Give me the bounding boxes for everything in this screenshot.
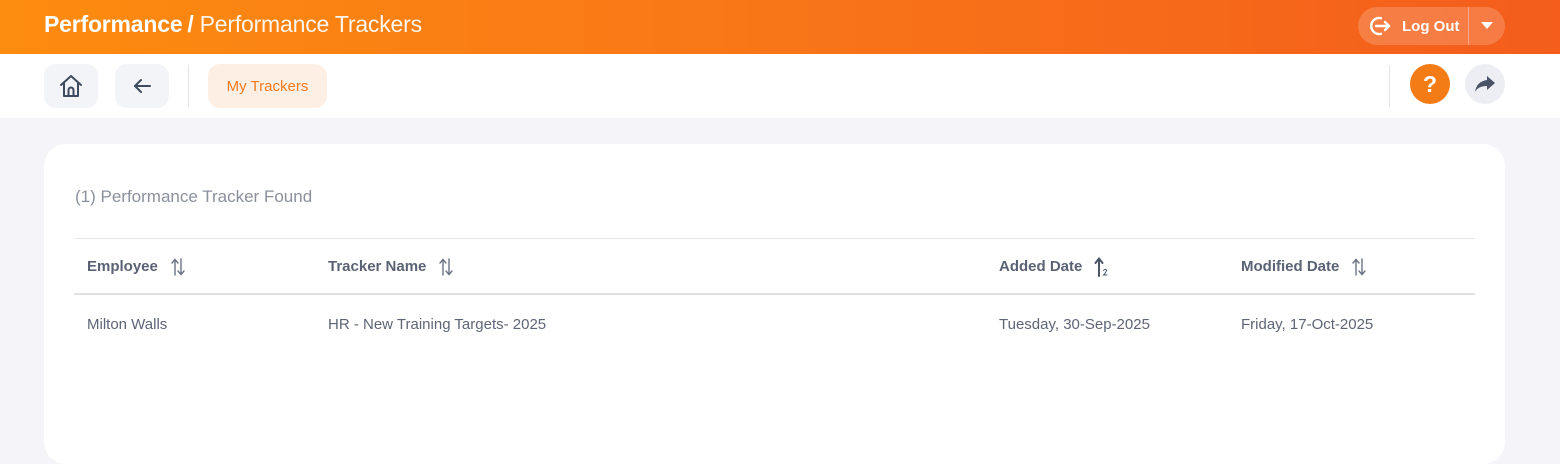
toolbar: My Trackers ?	[0, 54, 1560, 118]
caret-down-icon	[1481, 22, 1493, 29]
logout-icon	[1370, 16, 1391, 36]
toolbar-divider-right	[1389, 65, 1390, 107]
back-button[interactable]	[115, 64, 169, 108]
cell-modified-date: Friday, 17-Oct-2025	[1241, 315, 1374, 333]
column-header-tracker-name[interactable]: Tracker Name	[328, 239, 454, 294]
share-icon	[1475, 76, 1495, 92]
help-icon: ?	[1422, 70, 1438, 97]
arrow-left-icon	[134, 79, 151, 93]
table-header: Employee Tracker Name Added Date Modifie…	[74, 238, 1475, 295]
column-header-added-date[interactable]: Added Date	[999, 239, 1110, 294]
table-row[interactable]: Milton Walls HR - New Training Targets- …	[74, 295, 1475, 353]
page-title: Performance Trackers	[199, 11, 422, 37]
results-card: (1) Performance Tracker Found Employee T…	[44, 144, 1505, 464]
column-header-modified-date[interactable]: Modified Date	[1241, 239, 1367, 294]
breadcrumb: Performance / Performance Trackers	[44, 11, 422, 38]
logout-button[interactable]: Log Out	[1358, 7, 1468, 45]
cell-employee: Milton Walls	[87, 315, 168, 333]
top-header-bar: Performance / Performance Trackers Log Out	[0, 0, 1560, 54]
cell-added-date: Tuesday, 30-Sep-2025	[999, 315, 1150, 333]
sort-icon	[1352, 257, 1367, 276]
toolbar-divider	[188, 65, 189, 107]
logout-menu-toggle[interactable]	[1469, 7, 1505, 45]
home-button[interactable]	[44, 64, 98, 108]
home-icon	[60, 75, 82, 97]
cell-tracker-name[interactable]: HR - New Training Targets- 2025	[328, 295, 546, 353]
trackers-table: Employee Tracker Name Added Date Modifie…	[74, 238, 1475, 353]
logout-label: Log Out	[1402, 17, 1460, 35]
column-header-employee[interactable]: Employee	[87, 239, 186, 294]
logout-split-button: Log Out	[1358, 7, 1505, 45]
breadcrumb-separator: /	[187, 11, 194, 37]
share-button[interactable]	[1465, 64, 1505, 104]
tab-my-trackers[interactable]: My Trackers	[208, 64, 327, 108]
help-button[interactable]: ?	[1410, 64, 1450, 104]
results-count: (1) Performance Tracker Found	[75, 187, 313, 206]
sort-icon	[171, 257, 185, 276]
sort-icon	[439, 257, 454, 276]
breadcrumb-section[interactable]: Performance	[44, 11, 183, 37]
sort-ascending-icon	[1094, 256, 1108, 277]
